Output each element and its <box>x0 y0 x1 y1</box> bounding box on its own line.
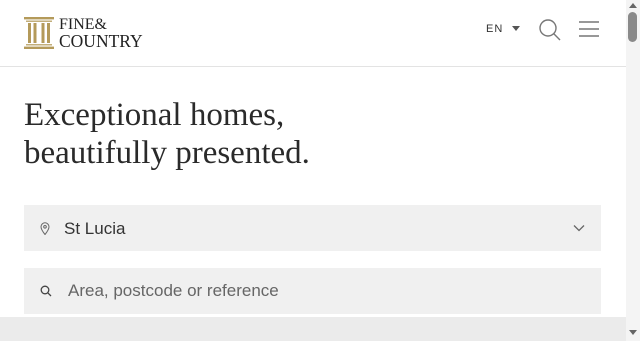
bottom-bar <box>0 317 626 341</box>
location-select[interactable]: St Lucia <box>24 205 601 251</box>
location-select-value: St Lucia <box>64 219 126 238</box>
map-pin-icon <box>40 222 50 235</box>
search-field[interactable] <box>24 268 601 314</box>
scrollbar-thumb[interactable] <box>628 12 637 42</box>
hero-headline: Exceptional homes, beautifully presented… <box>24 96 310 172</box>
search-icon[interactable] <box>538 18 562 42</box>
chevron-down-icon <box>573 225 585 232</box>
headline-line-2: beautifully presented. <box>24 135 310 171</box>
magnifier-icon <box>40 285 52 297</box>
scroll-up-arrow-icon[interactable] <box>629 3 637 8</box>
brand-wordmark: FINE& COUNTRY <box>59 16 143 50</box>
scrollbar-track[interactable] <box>626 0 640 341</box>
headline-line-1: Exceptional homes, <box>24 97 285 133</box>
site-header: FINE& COUNTRY EN <box>0 0 626 67</box>
columns-logo-icon <box>24 17 54 49</box>
language-selector[interactable]: EN <box>486 23 503 35</box>
hamburger-menu-icon[interactable] <box>578 20 600 38</box>
page: FINE& COUNTRY EN Exceptional homes, beau… <box>0 0 626 341</box>
caret-down-icon[interactable] <box>512 26 520 31</box>
scroll-down-arrow-icon[interactable] <box>629 330 637 335</box>
brand-line2: COUNTRY <box>59 31 143 51</box>
brand-logo[interactable]: FINE& COUNTRY <box>24 16 143 50</box>
search-input[interactable] <box>68 278 568 304</box>
